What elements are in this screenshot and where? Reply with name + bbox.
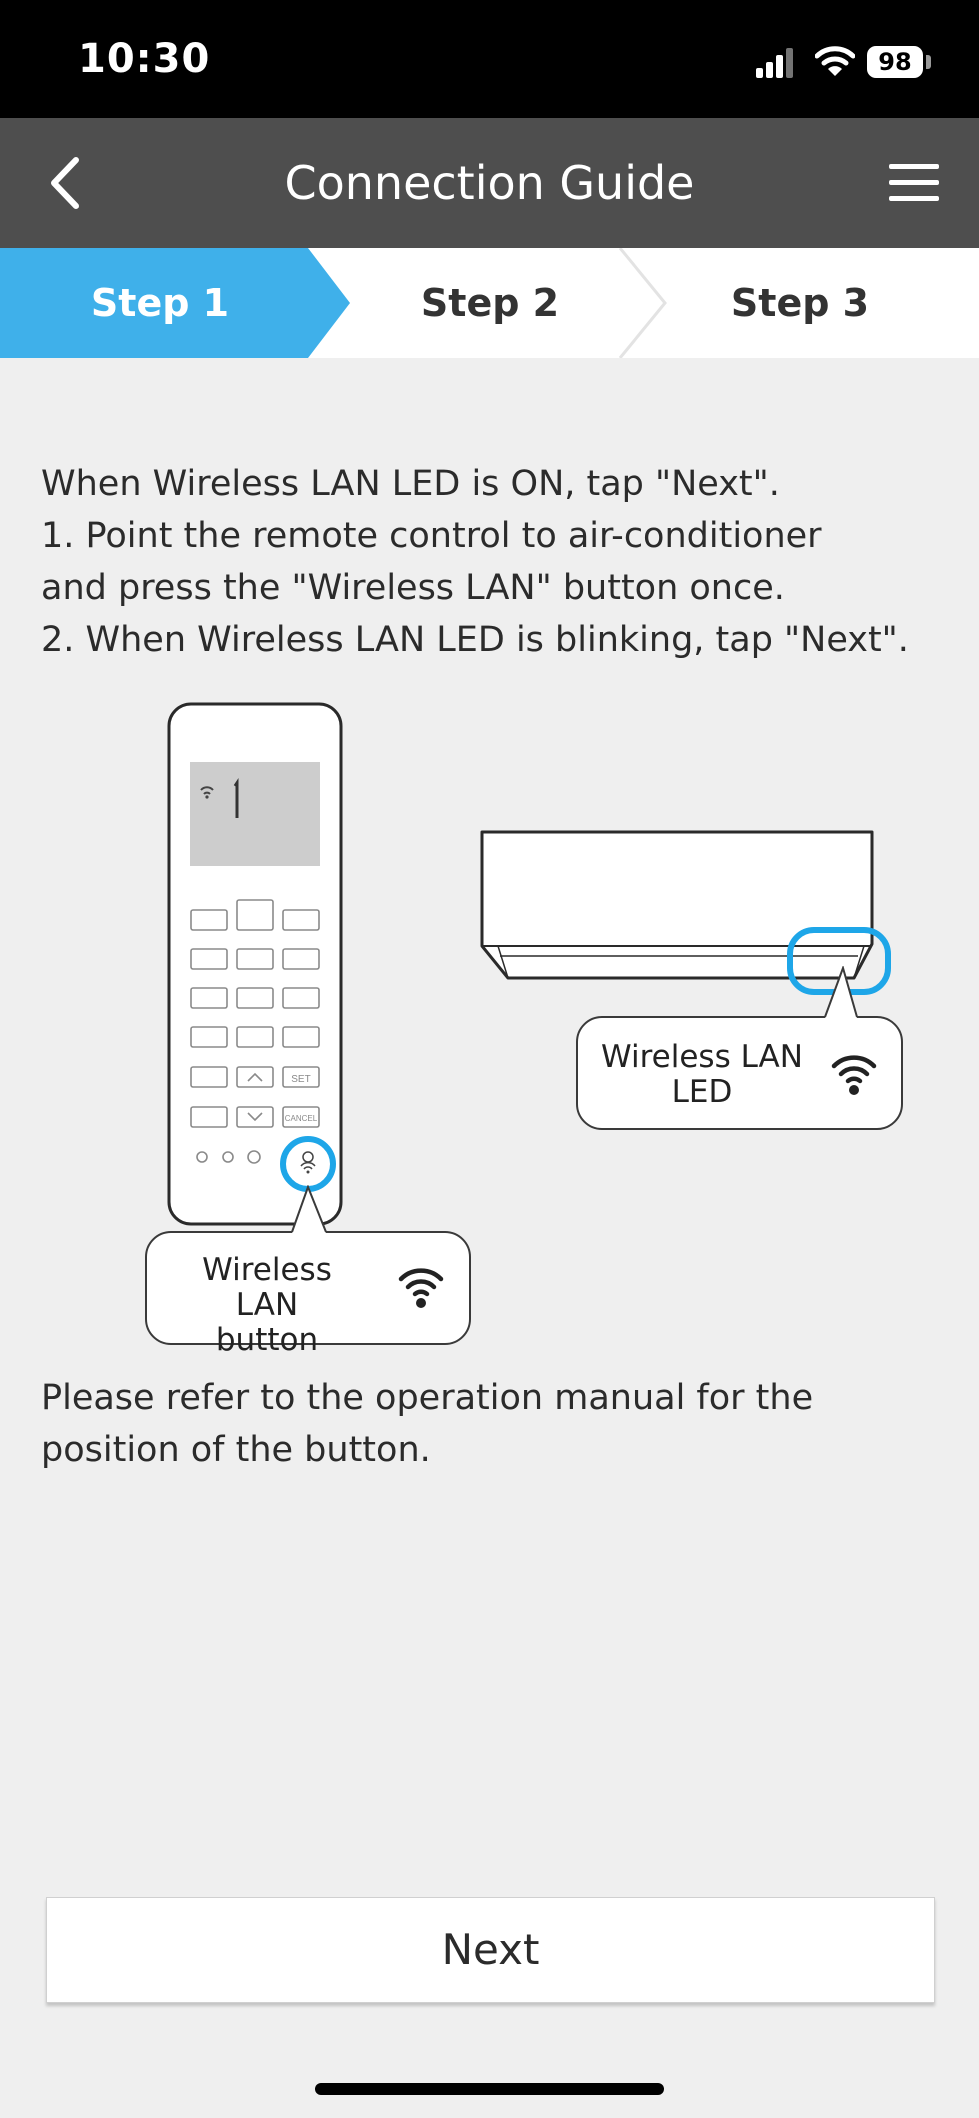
cellular-signal-icon (756, 48, 793, 78)
status-time: 10:30 (78, 36, 211, 82)
instructions-text: When Wireless LAN LED is ON, tap "Next".… (41, 458, 961, 666)
step-3-tab: Step 3 (730, 281, 870, 325)
page-title: Connection Guide (284, 156, 695, 210)
callout-line: LED (671, 1074, 733, 1110)
button-callout-pointer (291, 1185, 327, 1233)
next-button[interactable]: Next (46, 1897, 935, 2003)
cancel-key-label: CANCEL (285, 1114, 318, 1123)
instruction-line: 1. Point the remote control to air-condi… (41, 516, 822, 556)
callout-line: Wireless LAN (202, 1252, 332, 1323)
step-2-tab: Step 2 (420, 281, 560, 325)
set-key-label: SET (291, 1074, 310, 1085)
nav-header: Connection Guide (0, 118, 979, 248)
callout-line: button (215, 1322, 319, 1358)
note-line: position of the button. (41, 1430, 431, 1470)
step-indicator: Step 1 Step 2 Step 3 (0, 248, 979, 358)
status-bar: 10:30 98 (0, 0, 979, 118)
instruction-line: and press the "Wireless LAN" button once… (41, 568, 785, 608)
operation-manual-note: Please refer to the operation manual for… (41, 1372, 951, 1476)
callout-line: Wireless LAN (601, 1039, 803, 1075)
battery-indicator: 98 (867, 46, 923, 78)
wifi-icon (831, 1055, 877, 1095)
wifi-icon (398, 1268, 444, 1308)
battery-nub (926, 55, 931, 69)
remote-control-illustration: SET CANCEL (167, 702, 343, 1226)
led-callout-pointer (824, 966, 858, 1018)
wireless-lan-led-callout: Wireless LAN LED (576, 1016, 903, 1130)
note-line: Please refer to the operation manual for… (41, 1378, 814, 1418)
wifi-status-icon (815, 46, 855, 76)
step-1-tab: Step 1 (90, 281, 230, 325)
instruction-line: 2. When Wireless LAN LED is blinking, ta… (41, 620, 909, 660)
back-chevron-icon[interactable] (40, 148, 100, 218)
home-indicator[interactable] (315, 2083, 664, 2095)
wireless-lan-button-callout: Wireless LAN button (145, 1231, 471, 1358)
instruction-line: When Wireless LAN LED is ON, tap "Next". (41, 464, 780, 504)
hamburger-menu-icon[interactable] (883, 158, 943, 208)
